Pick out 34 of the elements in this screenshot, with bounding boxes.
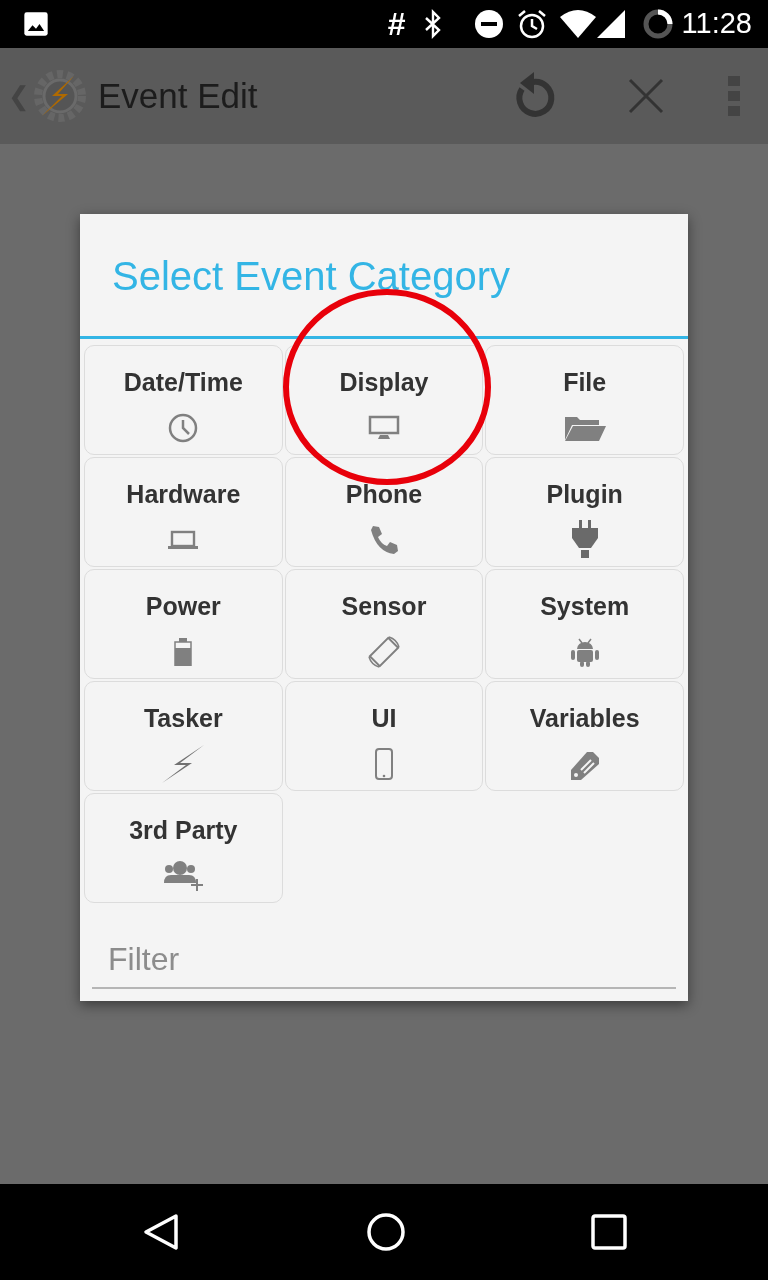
cellular-signal-icon: [595, 9, 626, 39]
category-tile[interactable]: File: [485, 345, 684, 455]
screen-title: Event Edit: [98, 74, 258, 117]
do-not-disturb-icon: [473, 9, 504, 39]
laptop-icon: [168, 529, 199, 550]
monitor-icon: [367, 413, 401, 442]
category-tile[interactable]: Tasker: [84, 681, 283, 791]
clock-icon: [167, 411, 200, 444]
plug-icon: [571, 519, 598, 560]
category-tile[interactable]: Plugin: [485, 457, 684, 567]
category-tile[interactable]: 3rd Party: [84, 793, 283, 903]
category-tile[interactable]: UI: [284, 681, 484, 791]
category-tile[interactable]: Power: [84, 569, 283, 679]
category-tile[interactable]: Sensor: [284, 569, 484, 679]
category-tile[interactable]: System: [485, 569, 684, 679]
clock-time: 11:28: [681, 6, 752, 42]
wifi-icon: [559, 9, 596, 39]
home-icon[interactable]: [366, 1212, 406, 1252]
battery-ring-icon: [641, 8, 674, 40]
dialog-title: Select Event Category: [111, 253, 511, 300]
people-add-icon: [161, 858, 206, 893]
screen-rotation-icon: [367, 634, 401, 669]
category-tile[interactable]: Date/Time: [84, 345, 283, 455]
category-tile[interactable]: Variables: [485, 681, 684, 791]
category-tile[interactable]: Phone: [284, 457, 484, 567]
robot-icon: [570, 636, 599, 667]
filter-field[interactable]: Filter: [92, 931, 676, 989]
battery-icon: [174, 637, 193, 666]
recents-icon[interactable]: [591, 1214, 628, 1250]
smartphone-icon: [375, 747, 393, 780]
image-icon: [22, 10, 50, 38]
category-tile[interactable]: Hardware: [84, 457, 283, 567]
category-tile[interactable]: Display: [284, 345, 484, 455]
hash-icon: #: [387, 0, 406, 48]
